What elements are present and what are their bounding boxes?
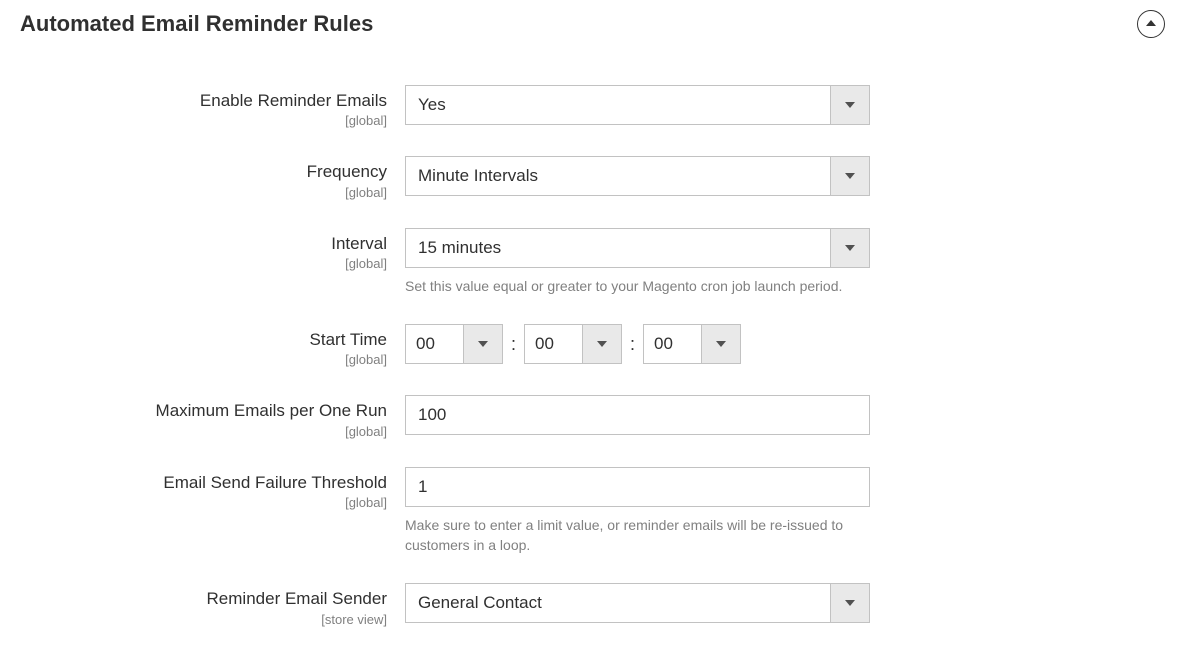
time-separator: :	[628, 334, 637, 355]
field-scope: [global]	[20, 256, 387, 271]
dropdown-arrow	[830, 583, 870, 623]
field-label: Enable Reminder Emails	[200, 91, 387, 110]
interval-help-text: Set this value equal or greater to your …	[405, 276, 870, 296]
field-label: Start Time	[310, 330, 387, 349]
select-value: Yes	[405, 85, 830, 125]
dropdown-arrow	[830, 228, 870, 268]
section-header: Automated Email Reminder Rules	[20, 10, 1165, 50]
dropdown-arrow	[830, 156, 870, 196]
input-col: Make sure to enter a limit value, or rem…	[405, 467, 870, 556]
interval-select[interactable]: 15 minutes	[405, 228, 870, 268]
select-value: 00	[524, 324, 582, 364]
field-row-failure-threshold: Email Send Failure Threshold [global] Ma…	[20, 467, 1165, 556]
input-col	[405, 395, 870, 435]
label-col: Email Send Failure Threshold [global]	[20, 467, 405, 510]
section-title: Automated Email Reminder Rules	[20, 11, 373, 37]
failure-threshold-input[interactable]	[405, 467, 870, 507]
field-scope: [store view]	[20, 612, 387, 627]
field-scope: [global]	[20, 495, 387, 510]
input-col: 00 : 00 : 00	[405, 324, 870, 364]
dropdown-arrow	[582, 324, 622, 364]
select-value: General Contact	[405, 583, 830, 623]
chevron-down-icon	[716, 341, 726, 347]
field-row-frequency: Frequency [global] Minute Intervals	[20, 156, 1165, 199]
max-emails-input[interactable]	[405, 395, 870, 435]
input-col: General Contact	[405, 583, 870, 623]
frequency-select[interactable]: Minute Intervals	[405, 156, 870, 196]
field-label: Reminder Email Sender	[207, 589, 387, 608]
chevron-down-icon	[845, 600, 855, 606]
collapse-section-button[interactable]	[1137, 10, 1165, 38]
chevron-down-icon	[478, 341, 488, 347]
field-label: Frequency	[307, 162, 387, 181]
label-col: Start Time [global]	[20, 324, 405, 367]
select-value: Minute Intervals	[405, 156, 830, 196]
time-separator: :	[509, 334, 518, 355]
start-time-hour-select[interactable]: 00	[405, 324, 503, 364]
dropdown-arrow	[701, 324, 741, 364]
dropdown-arrow	[830, 85, 870, 125]
field-scope: [global]	[20, 424, 387, 439]
chevron-up-icon	[1146, 20, 1156, 26]
input-col: 15 minutes Set this value equal or great…	[405, 228, 870, 296]
field-row-start-time: Start Time [global] 00 : 00 : 00	[20, 324, 1165, 367]
field-scope: [global]	[20, 113, 387, 128]
field-scope: [global]	[20, 352, 387, 367]
enable-reminder-select[interactable]: Yes	[405, 85, 870, 125]
dropdown-arrow	[463, 324, 503, 364]
chevron-down-icon	[845, 173, 855, 179]
field-label: Email Send Failure Threshold	[163, 473, 387, 492]
start-time-second-select[interactable]: 00	[643, 324, 741, 364]
chevron-down-icon	[597, 341, 607, 347]
field-label: Interval	[331, 234, 387, 253]
input-col: Minute Intervals	[405, 156, 870, 196]
select-value: 00	[643, 324, 701, 364]
select-value: 00	[405, 324, 463, 364]
field-row-interval: Interval [global] 15 minutes Set this va…	[20, 228, 1165, 296]
label-col: Interval [global]	[20, 228, 405, 271]
label-col: Maximum Emails per One Run [global]	[20, 395, 405, 438]
field-label: Maximum Emails per One Run	[156, 401, 387, 420]
label-col: Frequency [global]	[20, 156, 405, 199]
field-scope: [global]	[20, 185, 387, 200]
field-row-sender: Reminder Email Sender [store view] Gener…	[20, 583, 1165, 626]
label-col: Enable Reminder Emails [global]	[20, 85, 405, 128]
sender-select[interactable]: General Contact	[405, 583, 870, 623]
field-row-enable-reminder: Enable Reminder Emails [global] Yes	[20, 85, 1165, 128]
label-col: Reminder Email Sender [store view]	[20, 583, 405, 626]
start-time-minute-select[interactable]: 00	[524, 324, 622, 364]
select-value: 15 minutes	[405, 228, 830, 268]
field-row-max-emails: Maximum Emails per One Run [global]	[20, 395, 1165, 438]
input-col: Yes	[405, 85, 870, 125]
failure-threshold-help-text: Make sure to enter a limit value, or rem…	[405, 515, 870, 556]
chevron-down-icon	[845, 245, 855, 251]
start-time-group: 00 : 00 : 00	[405, 324, 870, 364]
chevron-down-icon	[845, 102, 855, 108]
